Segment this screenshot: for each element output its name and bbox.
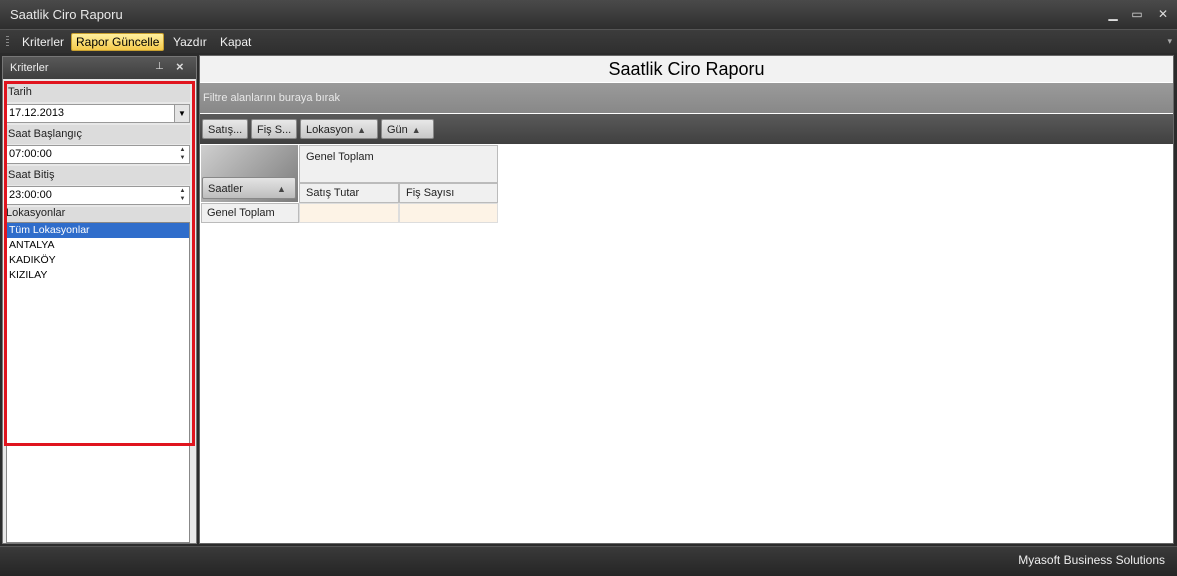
field-button-label: Gün [387, 124, 408, 136]
close-icon[interactable]: ✕ [1154, 5, 1172, 23]
close-icon[interactable]: × [176, 59, 184, 74]
maximize-icon[interactable]: ▭ [1128, 5, 1146, 23]
row-field-label: Saatler [208, 183, 243, 195]
criteria-panel-header: Kriterler ⊥ × [3, 57, 196, 79]
list-item[interactable]: KADIKÖY [7, 253, 189, 268]
locations-list[interactable]: Tüm Lokasyonlar ANTALYA KADIKÖY KIZILAY [6, 222, 190, 543]
list-item[interactable]: Tüm Lokasyonlar [7, 223, 189, 238]
filter-drop-zone[interactable]: Filtre alanlarını buraya bırak [200, 83, 1173, 113]
pin-icon[interactable]: ⊥ [155, 61, 164, 72]
end-time-field[interactable]: 23:00:00 ▲ ▼ [6, 186, 190, 205]
menu-bar: Kriterler Rapor Güncelle Yazdır Kapat ▾ [0, 29, 1177, 53]
row-grand-total-header: Genel Toplam [201, 203, 299, 223]
list-item[interactable]: ANTALYA [7, 238, 189, 253]
field-button-lokasyon[interactable]: Lokasyon ▲ [300, 119, 378, 139]
field-button-label: Fiş S... [257, 124, 292, 136]
data-header-satis-tutar: Satış Tutar [299, 183, 399, 203]
status-text: Myasoft Business Solutions [1018, 553, 1165, 567]
report-title: Saatlik Ciro Raporu [200, 56, 1173, 82]
menu-rapor-guncelle[interactable]: Rapor Güncelle [71, 33, 165, 51]
chevron-down-icon[interactable]: ▾ [1167, 36, 1172, 47]
spin-arrows-icon[interactable]: ▲ ▼ [178, 187, 187, 204]
field-button-label: Satış... [208, 124, 243, 136]
sort-ascending-icon: ▲ [411, 125, 421, 135]
window-title: Saatlik Ciro Raporu [10, 7, 123, 22]
minimize-icon[interactable]: ▁ [1104, 5, 1122, 23]
locations-label: Lokasyonlar [6, 207, 190, 222]
sort-ascending-icon: ▲ [357, 125, 367, 135]
date-field[interactable]: 17.12.2013 ▼ [6, 104, 190, 123]
status-bar: Myasoft Business Solutions [0, 546, 1177, 576]
spin-arrows-icon[interactable]: ▲ ▼ [178, 146, 187, 163]
field-button-label: Lokasyon [306, 124, 354, 136]
toolbar-grip[interactable] [6, 36, 9, 48]
title-bar: Saatlik Ciro Raporu ▁ ▭ ✕ [0, 0, 1177, 29]
sort-ascending-icon: ▲ [277, 184, 286, 194]
end-time-value: 23:00:00 [9, 189, 52, 201]
column-grand-total-header: Genel Toplam [299, 145, 498, 183]
start-time-field[interactable]: 07:00:00 ▲ ▼ [6, 145, 190, 164]
date-value: 17.12.2013 [9, 107, 65, 119]
data-field-bar: Satış... Fiş S... Lokasyon ▲ Gün ▲ [200, 114, 1173, 144]
grand-total-cell[interactable] [399, 203, 498, 223]
field-button-fis[interactable]: Fiş S... [251, 119, 297, 139]
start-time-label: Saat Başlangıç [6, 125, 190, 144]
criteria-panel-title: Kriterler [10, 62, 49, 74]
menu-kriterler[interactable]: Kriterler [18, 33, 68, 51]
date-label: Tarih [6, 83, 190, 102]
end-time-label: Saat Bitiş [6, 166, 190, 185]
field-button-satis[interactable]: Satış... [202, 119, 248, 139]
data-header-fis-sayisi: Fiş Sayısı [399, 183, 498, 203]
filter-hint: Filtre alanlarını buraya bırak [203, 92, 340, 104]
report-area: Saatlik Ciro Raporu Filtre alanlarını bu… [199, 55, 1174, 544]
dropdown-arrow-icon[interactable]: ▼ [174, 105, 189, 122]
row-field-button-saatler[interactable]: Saatler ▲ [202, 177, 296, 199]
grand-total-cell[interactable] [299, 203, 399, 223]
menu-kapat[interactable]: Kapat [216, 33, 255, 51]
menu-yazdir[interactable]: Yazdır [169, 33, 211, 51]
list-item[interactable]: KIZILAY [7, 268, 189, 283]
start-time-value: 07:00:00 [9, 148, 52, 160]
field-button-gun[interactable]: Gün ▲ [381, 119, 434, 139]
